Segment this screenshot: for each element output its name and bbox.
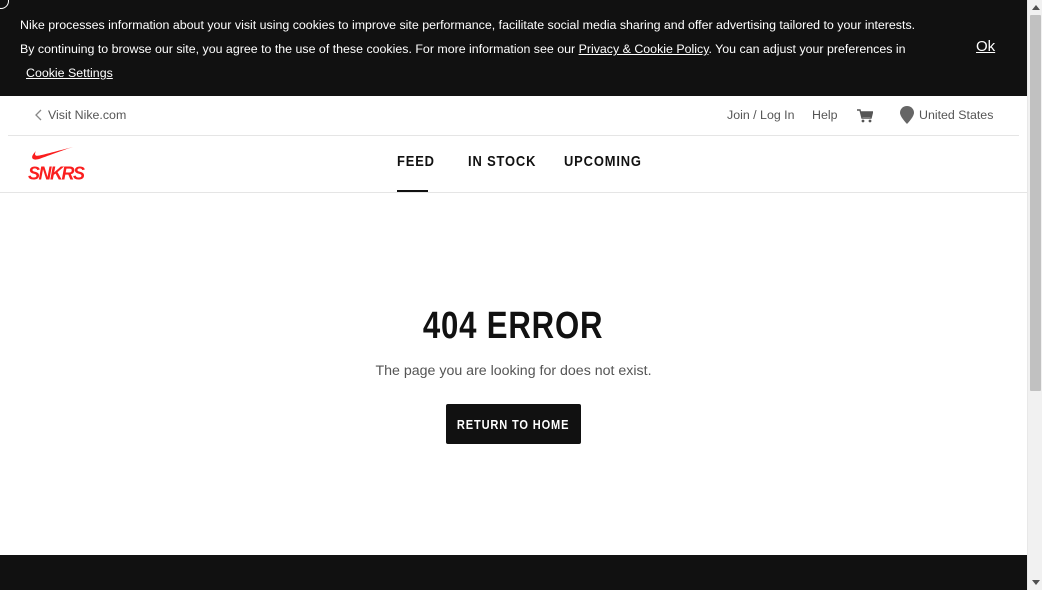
location-pin-icon [900, 106, 914, 124]
tab-feed[interactable]: FEED [397, 153, 435, 170]
main-nav: SNKRS FEED IN STOCK UPCOMING [0, 136, 1027, 193]
snkrs-logo[interactable]: SNKRS [27, 146, 85, 184]
join-login-link[interactable]: Join / Log In [727, 108, 795, 122]
visit-nike-link[interactable]: Visit Nike.com [34, 108, 126, 122]
return-home-label: RETURN TO HOME [457, 416, 570, 432]
scroll-down-arrow-icon[interactable] [1028, 575, 1042, 590]
tab-upcoming[interactable]: UPCOMING [564, 153, 642, 170]
return-home-button[interactable]: RETURN TO HOME [446, 404, 581, 444]
help-link[interactable]: Help [812, 108, 837, 122]
vertical-scrollbar[interactable] [1027, 0, 1042, 590]
cookie-ok-button[interactable]: Ok [976, 38, 995, 55]
visit-nike-label: Visit Nike.com [48, 108, 127, 122]
cookie-message: Nike processes information about your vi… [20, 13, 925, 85]
footer [0, 555, 1027, 590]
active-tab-indicator [397, 190, 428, 192]
cart-icon[interactable] [857, 109, 873, 123]
region-label: United States [919, 108, 994, 122]
cookie-banner: Nike processes information about your vi… [0, 0, 1027, 96]
snkrs-wordmark: SNKRS [28, 162, 85, 184]
error-title-text: 404 ERROR [423, 305, 604, 347]
scrollbar-thumb[interactable] [1030, 15, 1041, 391]
utility-bar: Visit Nike.com Join / Log In Help United… [0, 96, 1027, 136]
cookie-settings-link[interactable]: Cookie Settings [26, 61, 113, 85]
region-selector[interactable]: United States [900, 106, 993, 124]
focus-ring [0, 0, 9, 9]
page-viewport: Nike processes information about your vi… [0, 0, 1027, 590]
error-title: 404 ERROR [0, 305, 1027, 348]
privacy-policy-link[interactable]: Privacy & Cookie Policy [579, 42, 709, 56]
chevron-left-icon [35, 109, 42, 121]
nike-swoosh-icon [32, 147, 73, 160]
error-message: The page you are looking for does not ex… [375, 363, 652, 379]
cookie-text-after: . You can adjust your preferences in [708, 42, 906, 56]
scroll-up-arrow-icon[interactable] [1028, 0, 1042, 15]
tab-in-stock[interactable]: IN STOCK [468, 153, 536, 170]
